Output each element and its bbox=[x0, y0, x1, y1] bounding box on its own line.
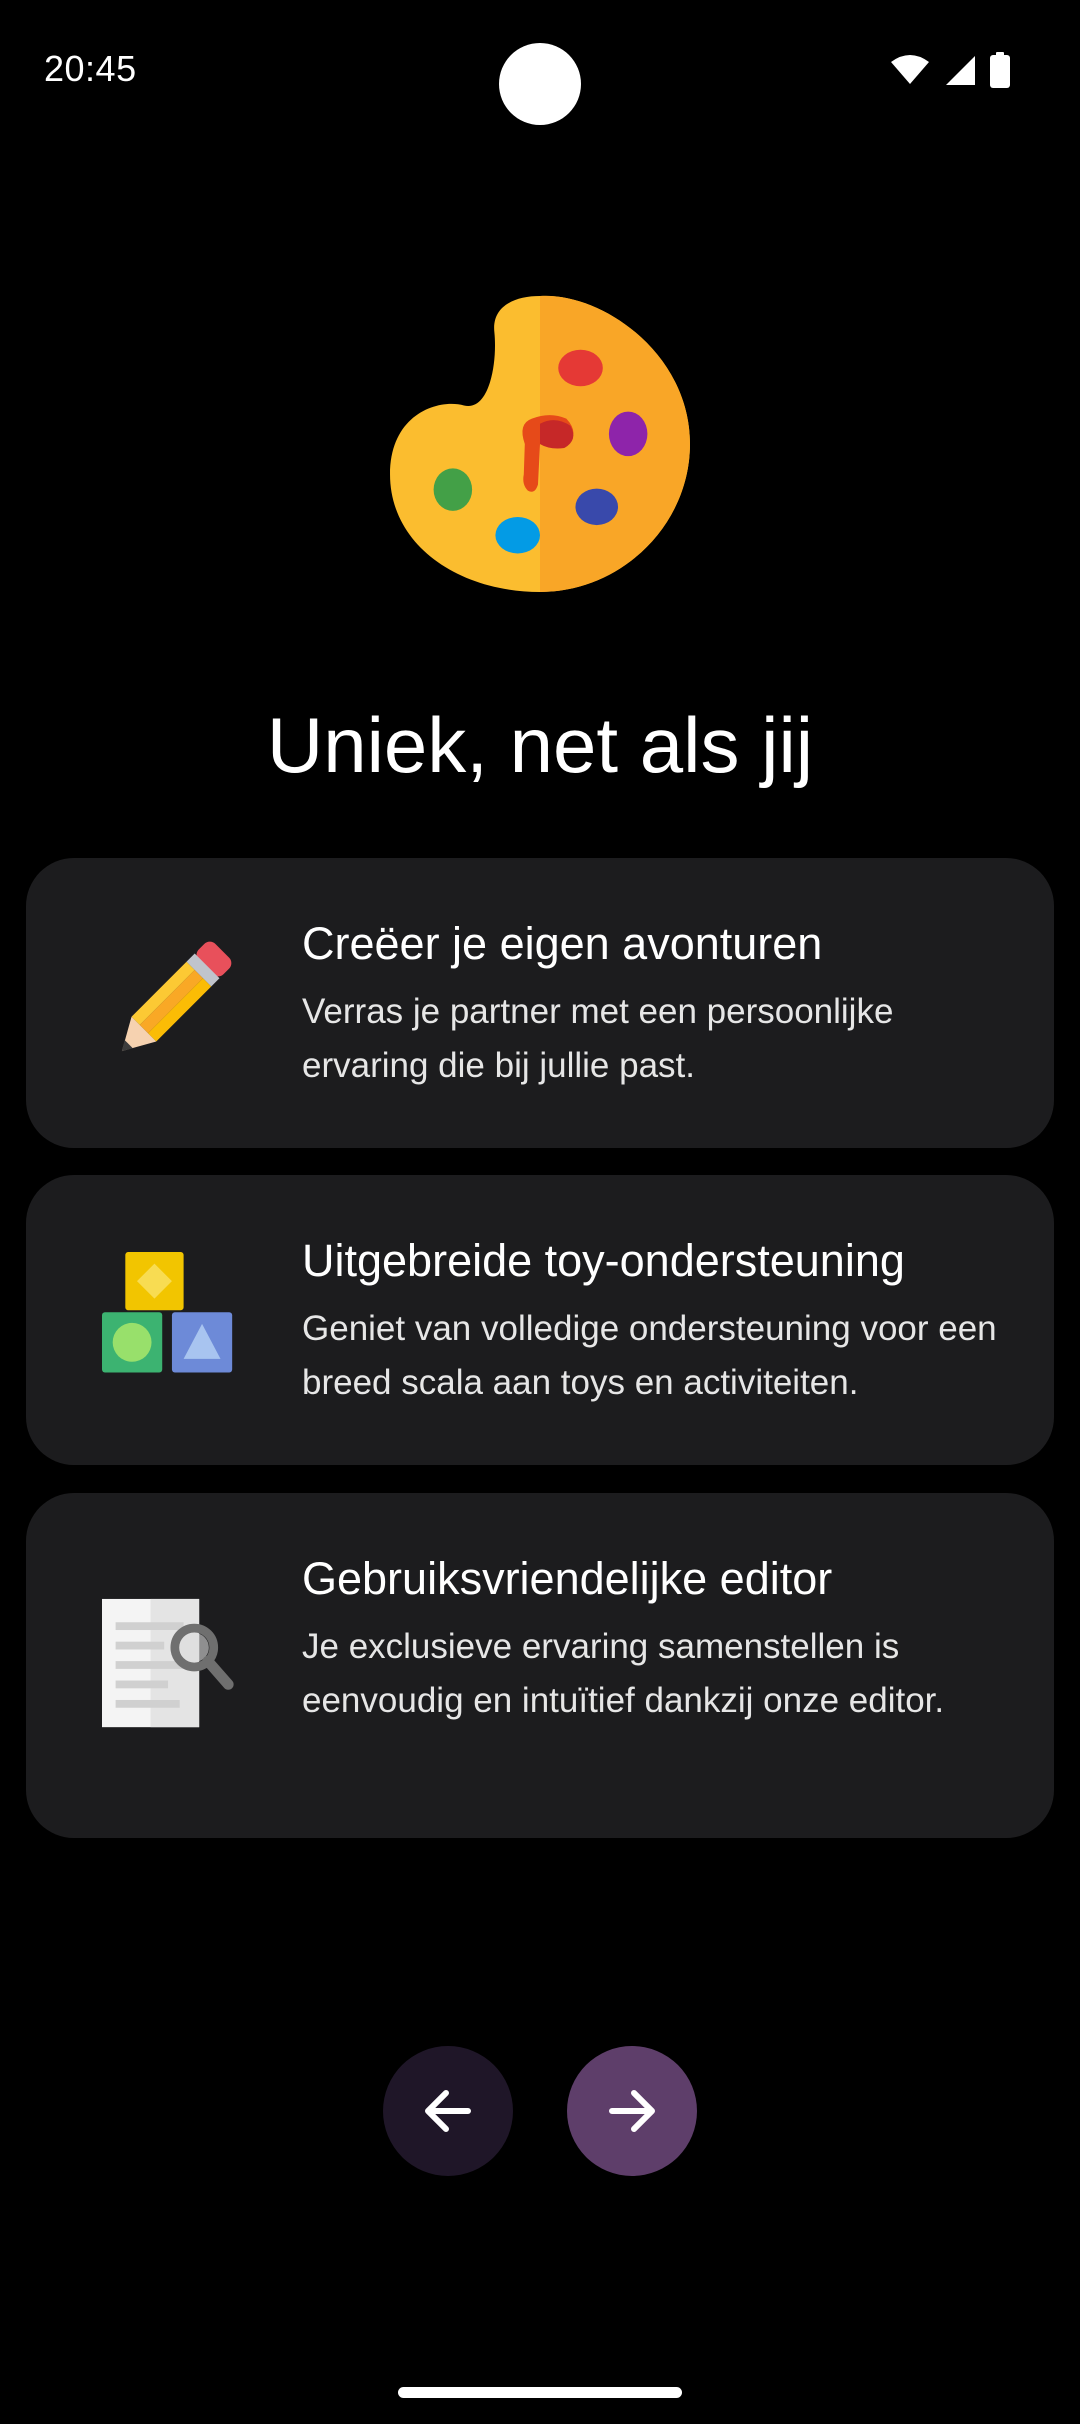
arrow-left-icon bbox=[425, 2090, 471, 2132]
wifi-icon bbox=[891, 55, 929, 84]
shapes-blocks-icon bbox=[102, 1252, 233, 1373]
page-title: Uniek, net als jij bbox=[266, 701, 814, 789]
feature-title: Creëer je eigen avonturen bbox=[302, 918, 823, 969]
screen: 20:45 Uniek, net als jij Creëer je eigen… bbox=[0, 0, 1080, 2424]
camera-cutout bbox=[499, 43, 581, 125]
battery-icon bbox=[990, 52, 1010, 88]
feature-title: Gebruiksvriendelijke editor bbox=[302, 1553, 833, 1604]
feature-card-toy-support: Uitgebreide toy-ondersteuning Geniet van… bbox=[26, 1175, 1054, 1465]
next-button[interactable] bbox=[567, 2046, 697, 2176]
back-button[interactable] bbox=[383, 2046, 513, 2176]
status-time: 20:45 bbox=[44, 48, 137, 89]
home-indicator[interactable] bbox=[398, 2387, 682, 2398]
feature-card-adventures: Creëer je eigen avonturen Verras je part… bbox=[26, 858, 1054, 1148]
feature-description: Verras je partner met een persoonlijke e… bbox=[302, 992, 894, 1085]
feature-title: Uitgebreide toy-ondersteuning bbox=[302, 1235, 905, 1286]
status-icons bbox=[890, 52, 1010, 88]
feature-card-editor: Gebruiksvriendelijke editor Je exclusiev… bbox=[26, 1493, 1054, 1838]
feature-description: Je exclusieve ervaring samenstellen is e… bbox=[302, 1627, 945, 1720]
palette-icon bbox=[390, 295, 690, 592]
arrow-right-icon bbox=[609, 2090, 655, 2132]
signal-icon bbox=[946, 56, 975, 85]
feature-description: Geniet van volledige ondersteuning voor … bbox=[302, 1309, 997, 1402]
document-search-icon bbox=[102, 1598, 234, 1728]
pencil-icon bbox=[121, 941, 232, 1052]
